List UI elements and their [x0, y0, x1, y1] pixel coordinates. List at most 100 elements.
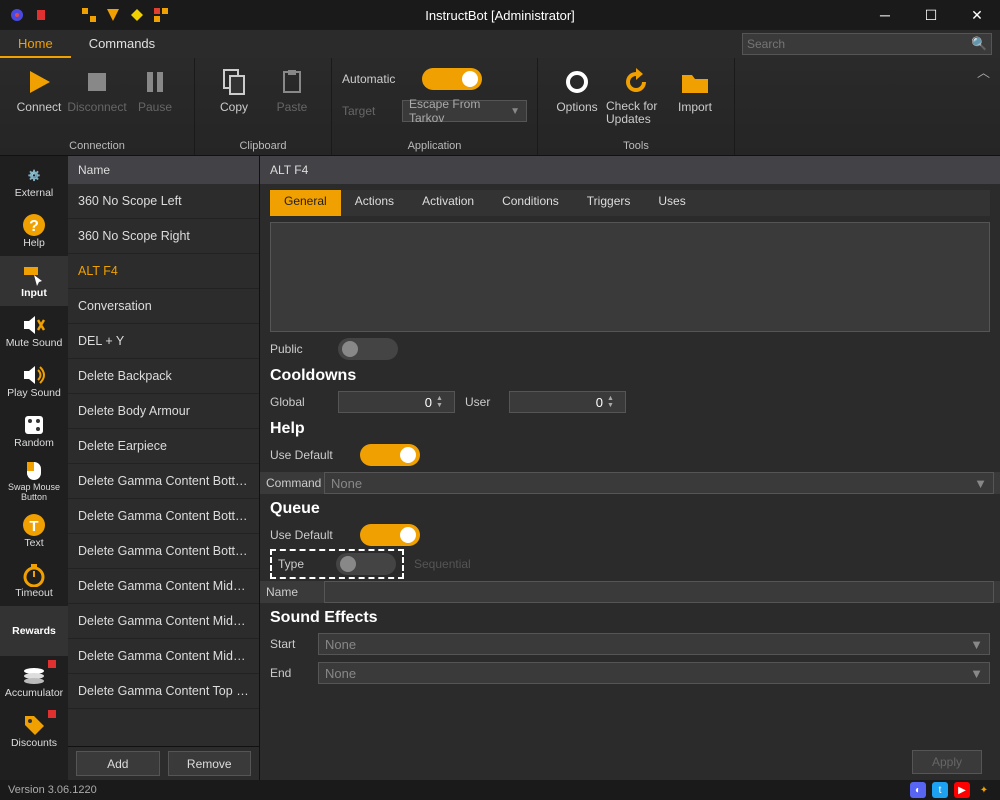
group-tools: Tools [548, 136, 724, 152]
copy-button[interactable]: Copy [205, 62, 263, 116]
list-item[interactable]: 360 No Scope Left [68, 184, 259, 219]
subtab-actions[interactable]: Actions [341, 190, 408, 216]
list-item[interactable]: Delete Gamma Content Bottom ... [68, 464, 259, 499]
misc-icon[interactable]: ✦ [976, 782, 992, 798]
subtab-conditions[interactable]: Conditions [488, 190, 573, 216]
folder-icon [679, 66, 711, 98]
close-button[interactable]: ✕ [954, 0, 1000, 30]
type-label: Type [278, 557, 322, 571]
command-list[interactable]: 360 No Scope Left360 No Scope RightALT F… [68, 184, 259, 746]
list-item[interactable]: Delete Gamma Content Middle ... [68, 639, 259, 674]
search-box[interactable]: 🔍 [742, 33, 992, 55]
toolbar-icon-2[interactable] [104, 6, 122, 24]
use-default-help-toggle[interactable] [360, 444, 420, 466]
sidebar-item-random[interactable]: Random [0, 406, 68, 456]
twitter-icon[interactable]: t [932, 782, 948, 798]
apply-button[interactable]: Apply [912, 750, 982, 774]
disconnect-label: Disconnect [67, 100, 126, 114]
preview-area[interactable] [270, 222, 990, 332]
sidebar-item-timeout[interactable]: Timeout [0, 556, 68, 606]
target-label: Target [342, 104, 390, 118]
command-list-pane: Name 360 No Scope Left360 No Scope Right… [68, 156, 260, 780]
discord-icon[interactable]: ◐ [910, 782, 926, 798]
automatic-toggle[interactable] [422, 68, 482, 90]
list-item[interactable]: Delete Backpack [68, 359, 259, 394]
list-item[interactable]: Delete Body Armour [68, 394, 259, 429]
list-item[interactable]: Delete Earpiece [68, 429, 259, 464]
sidebar-item-external[interactable]: ⚙️External [0, 156, 68, 206]
search-input[interactable] [747, 37, 971, 51]
list-item[interactable]: DEL + Y [68, 324, 259, 359]
tag-icon [20, 713, 48, 737]
group-clipboard: Clipboard [205, 136, 321, 152]
end-combo[interactable]: None▼ [318, 662, 990, 684]
list-item[interactable]: Conversation [68, 289, 259, 324]
list-item[interactable]: Delete Gamma Content Bottom ... [68, 534, 259, 569]
options-button[interactable]: Options [548, 62, 606, 116]
global-input[interactable]: 0▲▼ [338, 391, 455, 413]
subtab-general[interactable]: General [270, 190, 341, 216]
version-text: Version 3.06.1220 [8, 784, 97, 796]
subtab-triggers[interactable]: Triggers [573, 190, 645, 216]
tab-bar: Home Commands 🔍 [0, 30, 1000, 58]
search-icon[interactable]: 🔍 [971, 36, 987, 52]
queue-name-input[interactable] [324, 581, 994, 603]
connect-label: Connect [17, 100, 62, 114]
sidebar-item-rewards[interactable]: Rewards [0, 606, 68, 656]
subtab-uses[interactable]: Uses [644, 190, 699, 216]
start-combo[interactable]: None▼ [318, 633, 990, 655]
command-combo[interactable]: None▼ [324, 472, 994, 494]
queue-name-label: Name [266, 585, 324, 599]
toolbar-icon-4[interactable] [152, 6, 170, 24]
sidebar-item-play[interactable]: Play Sound [0, 356, 68, 406]
public-toggle[interactable] [338, 338, 398, 360]
list-item[interactable]: Delete Gamma Content Middle ... [68, 569, 259, 604]
list-item[interactable]: Delete Gamma Content Middle L... [68, 604, 259, 639]
list-item[interactable]: Delete Gamma Content Top Ce... [68, 674, 259, 709]
ribbon-collapse-icon[interactable]: ︿ [967, 58, 1000, 85]
sidebar-item-text[interactable]: TText [0, 506, 68, 556]
spinner-icon[interactable]: ▲▼ [607, 395, 621, 409]
sidebar-item-help[interactable]: ?Help [0, 206, 68, 256]
sidebar-item-input[interactable]: Input [0, 256, 68, 306]
list-item[interactable]: Delete Gamma Content Bottom ... [68, 499, 259, 534]
ribbon: Connect Disconnect Pause Connection Copy… [0, 58, 1000, 156]
sidebar-item-accumulator[interactable]: Accumulator [0, 656, 68, 706]
list-item[interactable]: 360 No Scope Right [68, 219, 259, 254]
toolbar-icon-1[interactable] [80, 6, 98, 24]
add-button[interactable]: Add [76, 751, 160, 776]
spinner-icon[interactable]: ▲▼ [436, 395, 450, 409]
youtube-icon[interactable]: ▶ [954, 782, 970, 798]
user-input[interactable]: 0▲▼ [509, 391, 626, 413]
list-item[interactable]: ALT F4 [68, 254, 259, 289]
subtab-activation[interactable]: Activation [408, 190, 488, 216]
type-hint: Sequential [414, 557, 471, 571]
toolbar-icon-3[interactable] [128, 6, 146, 24]
chevron-down-icon: ▼ [974, 476, 987, 491]
cursor-icon [20, 263, 48, 287]
remove-button[interactable]: Remove [168, 751, 252, 776]
tab-commands[interactable]: Commands [71, 31, 173, 58]
title-bar: InstructBot [Administrator] ─ ☐ ✕ [0, 0, 1000, 30]
connect-button[interactable]: Connect [10, 62, 68, 116]
minimize-button[interactable]: ─ [862, 0, 908, 30]
target-combo[interactable]: Escape From Tarkov ▼ [402, 100, 527, 122]
status-bar: Version 3.06.1220 ◐ t ▶ ✦ [0, 780, 1000, 800]
details-subtabs: GeneralActionsActivationConditionsTrigge… [270, 190, 990, 216]
type-toggle[interactable] [336, 553, 396, 575]
end-label: End [270, 666, 308, 680]
queue-heading: Queue [270, 500, 990, 518]
use-default-queue-toggle[interactable] [360, 524, 420, 546]
sidebar-item-discounts[interactable]: Discounts [0, 706, 68, 756]
tab-home[interactable]: Home [0, 31, 71, 58]
maximize-button[interactable]: ☐ [908, 0, 954, 30]
sidebar-item-swap-mouse[interactable]: Swap Mouse Button [0, 456, 68, 506]
import-button[interactable]: Import [666, 62, 724, 116]
check-updates-button[interactable]: Check for Updates [606, 62, 666, 128]
automatic-label: Automatic [342, 72, 402, 86]
group-connection: Connection [10, 136, 184, 152]
sidebar-item-mute[interactable]: Mute Sound [0, 306, 68, 356]
details-pane: ALT F4 GeneralActionsActivationCondition… [260, 156, 1000, 780]
category-sidebar: ⚙️External ?Help Input Mute Sound Play S… [0, 156, 68, 780]
chevron-down-icon: ▼ [510, 106, 520, 117]
